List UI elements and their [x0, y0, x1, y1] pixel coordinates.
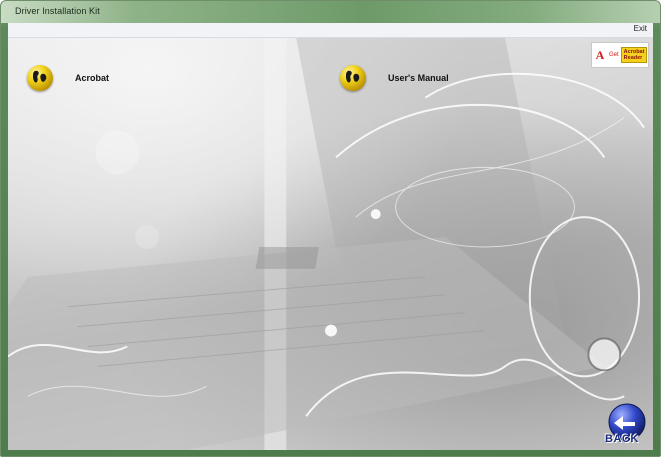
users-manual-item[interactable]: User's Manual [340, 65, 449, 91]
back-label: BACK [605, 433, 639, 445]
title-bar[interactable]: Driver Installation Kit [1, 1, 660, 23]
adobe-logo-icon: A [595, 47, 605, 62]
get-adobe-reader-badge[interactable]: A Get Acrobat Reader [591, 42, 649, 68]
get-text: Get [609, 52, 619, 58]
acrobat-item[interactable]: Acrobat [27, 65, 109, 91]
reader-box: Acrobat Reader [620, 47, 648, 63]
users-manual-label: User's Manual [388, 73, 449, 83]
content-area: Acrobat User's Manual A Get Acrobat Read… [8, 38, 653, 450]
installer-window: Driver Installation Kit Exit Acrobat Use… [0, 0, 661, 457]
window-title: Driver Installation Kit [15, 6, 100, 16]
globe-icon [27, 65, 53, 91]
exit-button[interactable]: Exit [634, 24, 647, 33]
menu-bar: Exit [8, 23, 653, 38]
background-artwork [8, 38, 645, 450]
reader-line-2: Reader [623, 55, 643, 61]
acrobat-label: Acrobat [75, 73, 110, 83]
globe-icon [340, 65, 366, 91]
back-button[interactable]: BACK [601, 400, 649, 448]
